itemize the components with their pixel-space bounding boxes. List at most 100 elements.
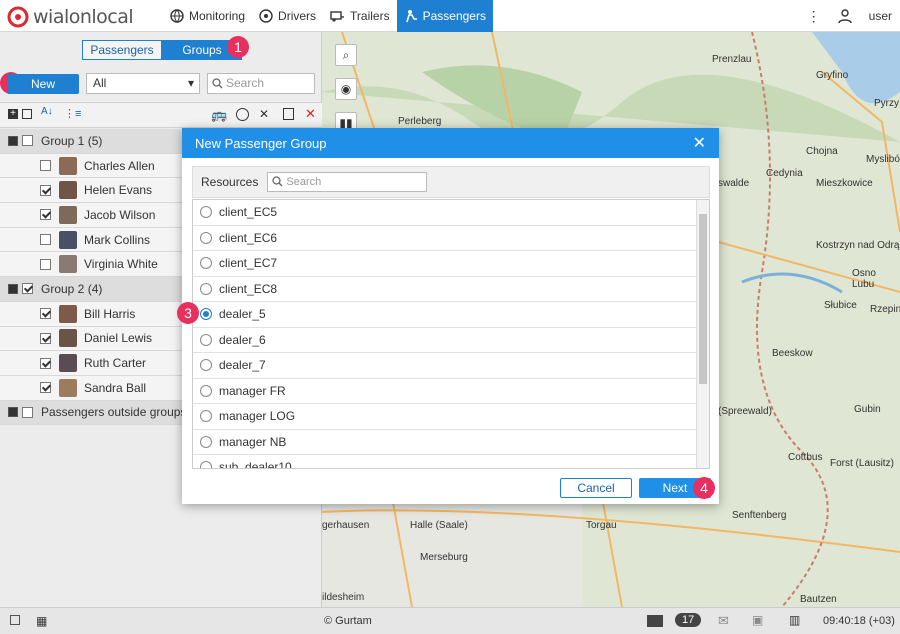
nav-passengers[interactable]: Passengers	[396, 0, 493, 32]
notifications-icon[interactable]	[647, 615, 663, 627]
passenger-name: Daniel Lewis	[84, 331, 153, 346]
avatar	[59, 329, 77, 348]
resource-item[interactable]: client_EC5	[193, 200, 697, 226]
dialog-footer: Cancel Next	[182, 476, 719, 504]
map-label: Merseburg	[420, 552, 468, 563]
resource-item[interactable]: dealer_7	[193, 353, 697, 379]
resource-label: client_EC6	[219, 230, 278, 245]
tools-icon[interactable]: ✕	[259, 107, 269, 121]
resource-label: sub_dealer10	[219, 460, 292, 469]
notifications-count[interactable]: 17	[675, 613, 702, 627]
item-checkbox[interactable]	[40, 234, 51, 246]
filter-select[interactable]: All ▾	[86, 73, 200, 94]
clock-icon[interactable]	[236, 108, 249, 121]
map-label: Halle (Saale)	[410, 520, 468, 531]
search-input[interactable]: Search	[207, 73, 315, 94]
copy-icon[interactable]	[283, 108, 294, 120]
user-area: ⋮ user	[807, 0, 892, 32]
book-icon[interactable]: ▥	[789, 613, 800, 627]
resource-radio[interactable]	[200, 308, 212, 321]
user-name[interactable]: user	[869, 9, 892, 23]
resource-radio[interactable]	[200, 461, 212, 468]
scrollbar-thumb[interactable]	[699, 214, 707, 384]
logo-icon	[7, 6, 29, 28]
tab-passengers[interactable]: Passengers	[82, 40, 162, 60]
resource-search-input[interactable]: Search	[267, 172, 428, 192]
resource-item[interactable]: manager FR	[193, 379, 697, 404]
map-layers-button[interactable]: ◉	[335, 78, 357, 100]
resource-radio[interactable]	[200, 257, 212, 270]
resource-radio[interactable]	[200, 359, 212, 372]
resource-radio[interactable]	[200, 410, 212, 423]
map-label: Forst (Lausitz)	[830, 458, 894, 469]
nav-trailers[interactable]: Trailers	[323, 0, 397, 32]
item-checkbox[interactable]	[40, 308, 51, 320]
expand-all-icon[interactable]: +	[8, 109, 18, 119]
resource-item[interactable]: manager LOG	[193, 404, 697, 430]
nav-drivers[interactable]: Drivers	[252, 0, 323, 32]
cancel-button[interactable]: Cancel	[560, 478, 632, 498]
avatar	[59, 354, 77, 373]
passenger-name: Bill Harris	[84, 306, 136, 321]
map-label: Beeskow	[772, 348, 813, 359]
item-checkbox[interactable]	[40, 160, 51, 172]
item-checkbox[interactable]	[40, 209, 51, 221]
resource-item-selected[interactable]: dealer_5	[193, 302, 697, 328]
group-tree-icon[interactable]: ⋮≡	[64, 107, 81, 120]
user-icon[interactable]	[837, 8, 853, 24]
grid-large-icon[interactable]: ▦	[36, 614, 47, 628]
item-checkbox[interactable]	[40, 184, 51, 196]
group-checkbox[interactable]	[22, 135, 33, 147]
bus-icon[interactable]: 🚌	[211, 107, 227, 123]
resource-item[interactable]: sub_dealer10	[193, 455, 697, 469]
resource-item[interactable]: client_EC6	[193, 226, 697, 251]
top-bar: wialonlocal Monitoring Drivers Trailers …	[0, 0, 900, 32]
image-icon[interactable]: ▣	[752, 613, 763, 627]
map-label: Gubin	[854, 404, 881, 415]
resource-label: manager NB	[219, 434, 287, 449]
step-badge-3: 3	[177, 302, 199, 324]
new-passenger-group-dialog: New Passenger Group ✕ Resources Search cl…	[182, 128, 719, 504]
resource-item[interactable]: manager NB	[193, 430, 697, 455]
item-checkbox[interactable]	[40, 382, 51, 394]
messages-icon[interactable]: ✉	[718, 613, 729, 629]
collapse-icon[interactable]	[8, 283, 18, 294]
resource-item[interactable]: client_EC7	[193, 251, 697, 277]
passenger-name: Helen Evans	[84, 183, 153, 198]
resource-radio[interactable]	[200, 333, 212, 346]
resource-radio[interactable]	[200, 231, 212, 244]
resources-bar: Resources Search	[192, 166, 710, 198]
resource-label: dealer_7	[219, 358, 266, 373]
item-checkbox[interactable]	[40, 258, 51, 270]
globe-icon	[170, 9, 184, 23]
passenger-name: Charles Allen	[84, 158, 155, 173]
resource-item[interactable]: client_EC8	[193, 277, 697, 302]
resource-radio[interactable]	[200, 435, 212, 448]
resource-item[interactable]: dealer_6	[193, 328, 697, 353]
nav-monitoring[interactable]: Monitoring	[163, 0, 252, 32]
app-logo[interactable]: wialonlocal	[7, 6, 134, 28]
resource-radio[interactable]	[200, 206, 212, 219]
item-checkbox[interactable]	[40, 357, 51, 369]
group-checkbox[interactable]	[22, 406, 33, 418]
grid-small-icon[interactable]	[10, 615, 20, 625]
item-checkbox[interactable]	[40, 332, 51, 344]
new-button[interactable]: New	[7, 74, 79, 94]
delete-icon[interactable]: ✕	[305, 106, 316, 122]
map-label: Kostrzyn nad Odrą	[816, 240, 900, 251]
expand-icon[interactable]	[8, 407, 18, 418]
collapse-icon[interactable]	[8, 135, 18, 146]
group-checkbox[interactable]	[22, 283, 33, 295]
map-label: (Spreewald)	[718, 406, 772, 417]
select-all-icon[interactable]	[22, 109, 32, 119]
scrollbar[interactable]	[696, 200, 709, 468]
close-icon[interactable]: ✕	[693, 128, 706, 159]
resource-radio[interactable]	[200, 282, 212, 295]
resource-radio[interactable]	[200, 384, 212, 397]
avatar	[59, 378, 77, 397]
map-search-button[interactable]: ⌕	[335, 44, 357, 66]
more-menu-icon[interactable]: ⋮	[807, 8, 821, 25]
group-label: Passengers outside groups (6)	[41, 405, 205, 420]
resource-list: client_EC5 client_EC6 client_EC7 client_…	[192, 199, 710, 469]
sort-az-icon[interactable]: A↓	[41, 106, 53, 117]
